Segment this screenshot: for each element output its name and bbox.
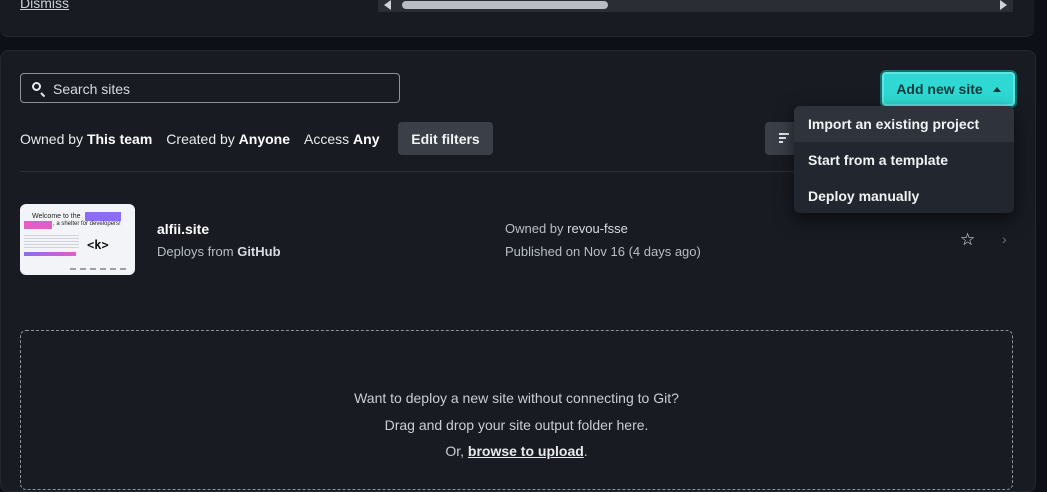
site-owner: Owned by revou-fsse [505, 221, 628, 236]
filter-access-label: Access [304, 131, 350, 147]
sort-icon-line [779, 137, 786, 139]
star-icon[interactable]: ☆ [960, 231, 975, 248]
thumbnail-subheading: , a shelter for developers! [53, 221, 121, 227]
thumbnail-logo: <k> [87, 238, 109, 252]
browse-prefix: Or, [445, 443, 464, 459]
filter-access[interactable]: Access Any [304, 131, 379, 147]
scrollbar-thumb[interactable] [402, 1, 608, 9]
owner-prefix: Owned by [505, 221, 564, 236]
site-deploy-source: Deploys from GitHub [157, 244, 281, 259]
add-site-dropdown-menu: Import an existing project Start from a … [794, 106, 1014, 213]
dismiss-link[interactable]: Dismiss [20, 0, 69, 11]
filter-created-by[interactable]: Created by Anyone [166, 131, 290, 147]
horizontal-scrollbar[interactable] [378, 0, 1013, 12]
search-input[interactable] [51, 74, 395, 104]
thumbnail-footer [70, 268, 130, 270]
add-new-site-label: Add new site [896, 81, 983, 97]
add-new-site-button[interactable]: Add new site [880, 70, 1017, 108]
caret-up-icon [992, 86, 1001, 92]
thumbnail-highlight [85, 212, 121, 221]
browse-to-upload-link[interactable]: browse to upload [468, 443, 584, 459]
site-published-date: Published on Nov 16 (4 days ago) [505, 244, 701, 259]
sort-icon-line [779, 141, 783, 143]
search-field[interactable] [20, 73, 400, 104]
filter-owned-by-label: Owned by [20, 131, 84, 147]
filter-owned-by[interactable]: Owned by This team [20, 131, 152, 147]
deploy-source-prefix: Deploys from [157, 244, 234, 259]
menu-item-import-existing-project[interactable]: Import an existing project [794, 106, 1014, 142]
dropzone-browse-line: Or, browse to upload. [0, 443, 1033, 459]
filter-created-by-value: Anyone [238, 131, 291, 147]
menu-item-start-from-template[interactable]: Start from a template [794, 142, 1014, 178]
thumbnail-text-block [24, 234, 79, 248]
filter-summary: Owned by This team Created by Anyone Acc… [20, 131, 379, 147]
site-name-link[interactable]: alfii.site [157, 221, 209, 237]
filter-created-by-label: Created by [166, 131, 235, 147]
thumbnail-heading: Welcome to the [32, 213, 81, 220]
search-icon [32, 82, 41, 91]
browse-suffix: . [583, 443, 588, 459]
dropzone-heading: Want to deploy a new site without connec… [354, 390, 679, 406]
owner-name: revou-fsse [567, 221, 628, 236]
scroll-left-arrow-icon[interactable] [384, 0, 391, 10]
chevron-right-icon[interactable]: › [1002, 232, 1007, 246]
filter-access-value: Any [353, 131, 380, 147]
menu-item-deploy-manually[interactable]: Deploy manually [794, 178, 1014, 213]
drop-zone[interactable] [20, 330, 1013, 490]
deploy-source-name: GitHub [237, 244, 281, 259]
dropzone-instructions: Drag and drop your site output folder he… [384, 417, 649, 433]
scroll-right-arrow-icon[interactable] [1000, 0, 1007, 10]
site-thumbnail[interactable]: Welcome to the , a shelter for developer… [20, 204, 135, 275]
thumbnail-bar [24, 252, 76, 256]
edit-filters-button[interactable]: Edit filters [398, 122, 493, 155]
filter-owned-by-value: This team [86, 131, 153, 147]
thumbnail-highlight [24, 221, 52, 229]
sort-icon-line [779, 133, 789, 135]
